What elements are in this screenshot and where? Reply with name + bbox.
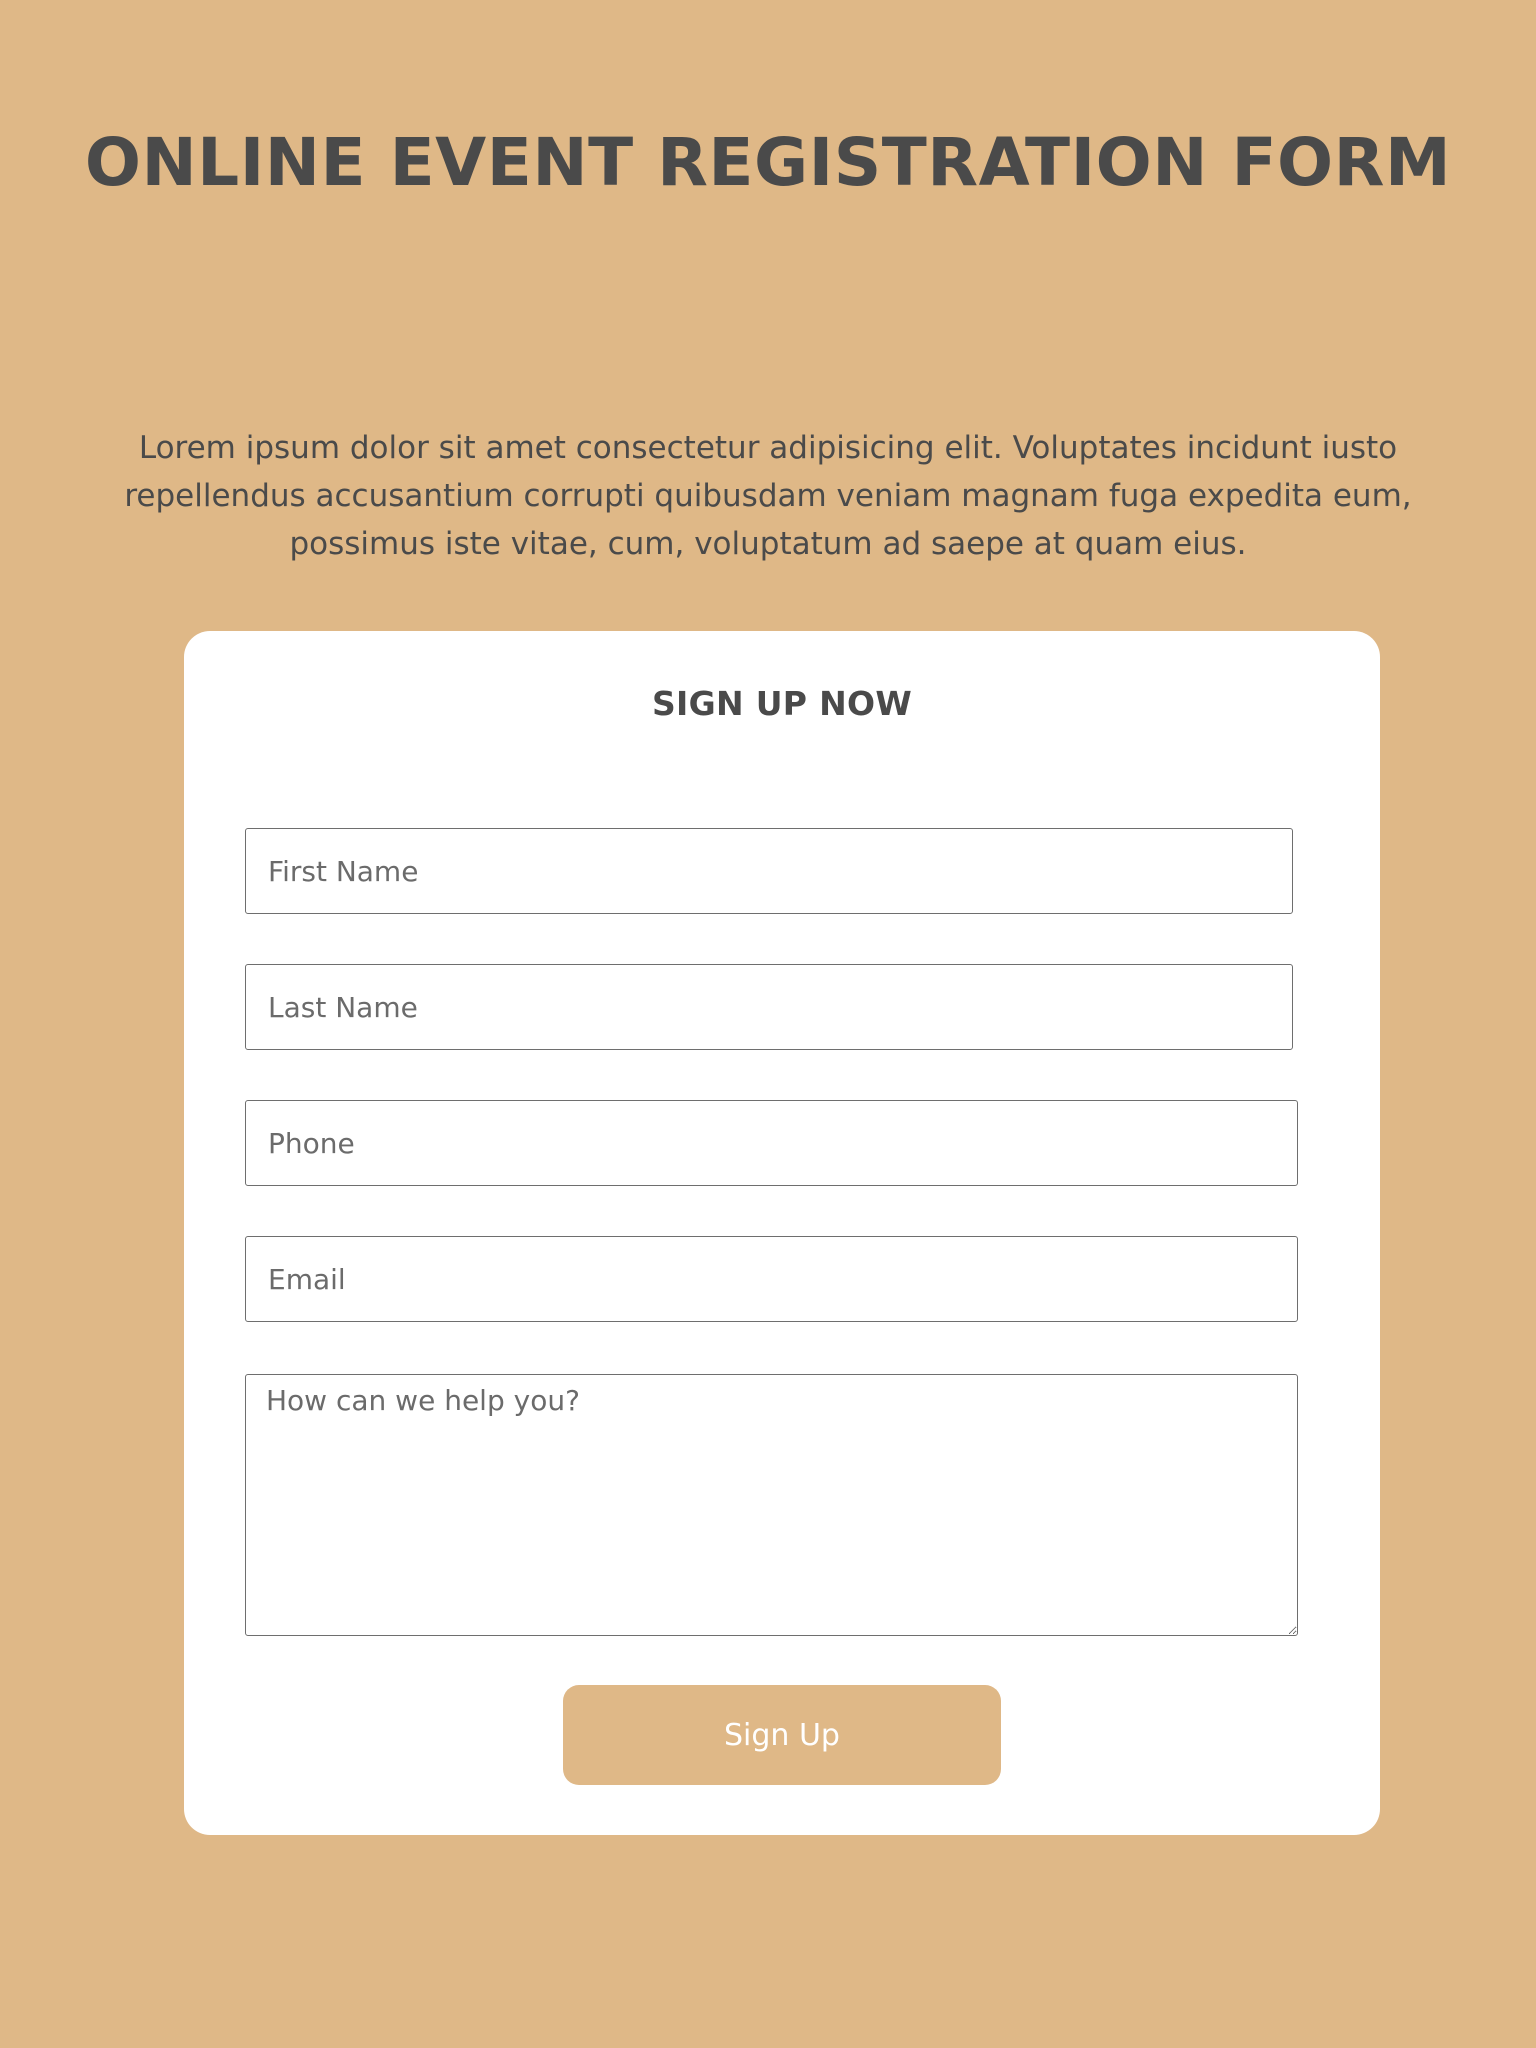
phone-field[interactable] (245, 1100, 1298, 1186)
intro-text: Lorem ipsum dolor sit amet consectetur a… (124, 430, 1412, 562)
last-name-field[interactable] (245, 964, 1293, 1050)
email-field[interactable] (245, 1236, 1298, 1322)
form-title: SIGN UP NOW (651, 684, 913, 723)
page-title: ONLINE EVENT REGISTRATION FORM (84, 124, 1452, 201)
message-textarea[interactable] (245, 1374, 1298, 1636)
first-name-field[interactable] (245, 828, 1293, 914)
signup-card: SIGN UP NOW Sign Up (184, 631, 1380, 1835)
sign-up-button[interactable]: Sign Up (563, 1685, 1001, 1785)
